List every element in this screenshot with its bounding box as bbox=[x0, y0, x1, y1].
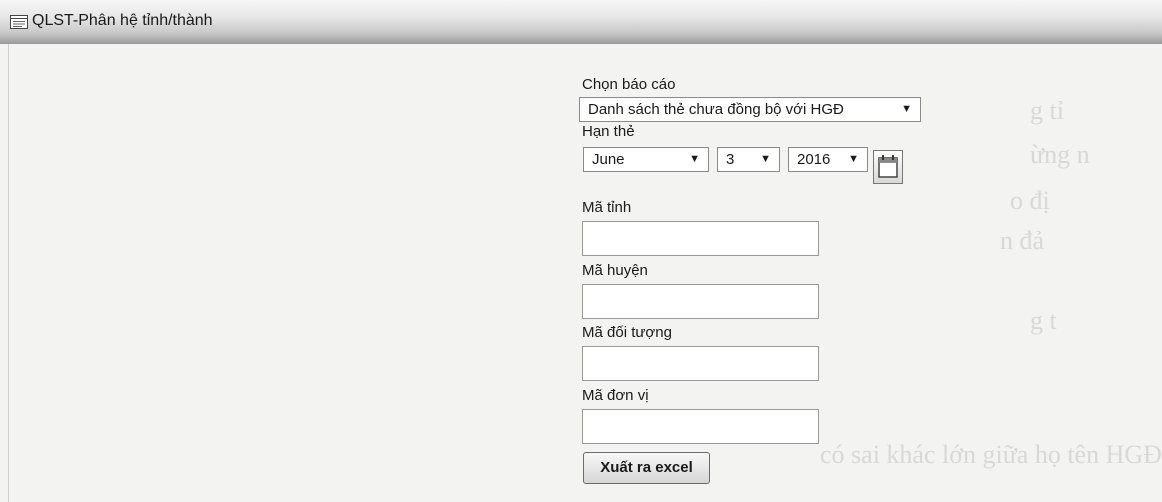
province-label: Mã tỉnh bbox=[582, 199, 632, 216]
day-select-value: 3 bbox=[726, 151, 735, 168]
chevron-down-icon: ▼ bbox=[760, 153, 771, 165]
district-label: Mã huyện bbox=[582, 262, 648, 279]
panel-left-border bbox=[8, 44, 9, 502]
report-select-value: Danh sách thẻ chưa đồng bộ với HGĐ bbox=[588, 101, 844, 118]
background-scan-text: g tỉ bbox=[1030, 96, 1064, 125]
chevron-down-icon: ▼ bbox=[848, 153, 859, 165]
background-scan-text: n đả bbox=[1000, 226, 1045, 255]
report-select[interactable]: Danh sách thẻ chưa đồng bộ với HGĐ ▼ bbox=[579, 97, 921, 122]
chevron-down-icon: ▼ bbox=[689, 153, 700, 165]
window-list-icon bbox=[10, 15, 28, 29]
year-select-value: 2016 bbox=[797, 151, 831, 168]
object-input[interactable] bbox=[582, 346, 819, 381]
background-scan-text: có sai khác lớn giữa họ tên HGĐ bbox=[820, 440, 1162, 469]
background-scan-text: o đị bbox=[1010, 186, 1050, 215]
title-bar: QLST-Phân hệ tỉnh/thành bbox=[0, 0, 1162, 44]
background-scan-text: ừng n bbox=[1030, 140, 1090, 169]
province-input[interactable] bbox=[582, 221, 819, 256]
month-select-value: June bbox=[592, 151, 625, 168]
unit-input[interactable] bbox=[582, 409, 819, 444]
unit-label: Mã đơn vị bbox=[582, 387, 649, 404]
district-input[interactable] bbox=[582, 284, 819, 319]
chevron-down-icon: ▼ bbox=[901, 103, 912, 115]
app-window: g tỉ ừng n o đị n đả g t có sai khác lớn… bbox=[0, 0, 1162, 502]
year-select[interactable]: 2016 ▼ bbox=[788, 147, 868, 172]
calendar-icon bbox=[874, 155, 902, 187]
calendar-button[interactable] bbox=[873, 150, 903, 184]
day-select[interactable]: 3 ▼ bbox=[717, 147, 780, 172]
window-title: QLST-Phân hệ tỉnh/thành bbox=[32, 12, 213, 29]
object-label: Mã đối tượng bbox=[582, 324, 672, 341]
background-scan-text: g t bbox=[1030, 306, 1057, 335]
report-label: Chọn báo cáo bbox=[582, 76, 676, 93]
expiry-label: Hạn thẻ bbox=[582, 123, 635, 140]
month-select[interactable]: June ▼ bbox=[583, 147, 709, 172]
export-excel-button[interactable]: Xuất ra excel bbox=[583, 452, 710, 484]
